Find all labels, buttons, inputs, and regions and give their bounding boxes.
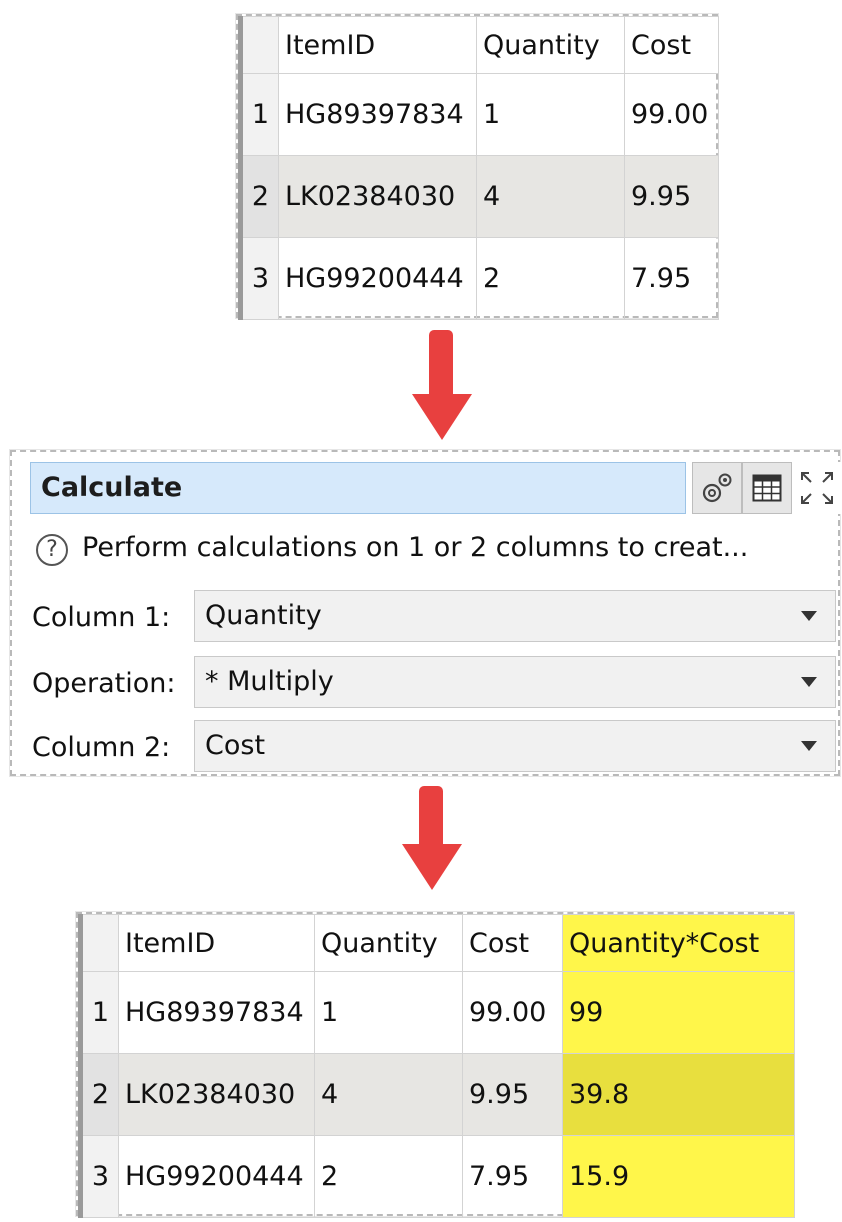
row-number: 1 (238, 73, 279, 156)
table-row[interactable]: 3 HG99200444 2 7.95 15.9 (78, 1135, 795, 1218)
column1-value: Quantity (205, 600, 322, 631)
maximize-icon (801, 472, 833, 504)
cell-quantity-cost[interactable]: 99 (562, 971, 795, 1054)
output-table: ItemID Quantity Cost Quantity*Cost 1 HG8… (78, 914, 795, 1218)
header-row: ItemID Quantity Cost Quantity*Cost (78, 914, 795, 972)
table-row[interactable]: 1 HG89397834 1 99.00 (238, 73, 719, 156)
help-text: Perform calculations on 1 or 2 columns t… (82, 532, 749, 563)
cell-itemid[interactable]: LK02384030 (118, 1053, 315, 1136)
table-row[interactable]: 2 LK02384030 4 9.95 39.8 (78, 1053, 795, 1136)
gears-icon (702, 473, 732, 503)
cell-itemid[interactable]: HG99200444 (118, 1135, 315, 1218)
table-row[interactable]: 3 HG99200444 2 7.95 (238, 237, 719, 320)
row-number: 1 (78, 971, 119, 1054)
panel-title: Calculate (41, 472, 183, 503)
column1-label: Column 1: (32, 602, 171, 633)
row-number: 2 (78, 1053, 119, 1136)
cell-quantity[interactable]: 4 (476, 155, 625, 238)
row-number: 3 (78, 1135, 119, 1218)
column-header-itemid[interactable]: ItemID (118, 914, 315, 972)
column1-select[interactable]: Quantity (194, 590, 836, 642)
cell-quantity[interactable]: 4 (314, 1053, 463, 1136)
column-header-itemid[interactable]: ItemID (278, 16, 477, 74)
row-number: 2 (238, 155, 279, 238)
maximize-button[interactable] (792, 462, 842, 514)
cell-quantity[interactable]: 2 (314, 1135, 463, 1218)
operation-value: * Multiply (205, 666, 334, 697)
table-row[interactable]: 2 LK02384030 4 9.95 (238, 155, 719, 238)
column2-value: Cost (205, 730, 266, 761)
column-header-quantity[interactable]: Quantity (314, 914, 463, 972)
header-row: ItemID Quantity Cost (238, 16, 719, 74)
output-table-snippet: ItemID Quantity Cost Quantity*Cost 1 HG8… (76, 912, 795, 1218)
down-arrow-icon (402, 786, 462, 892)
chevron-down-icon (801, 741, 817, 751)
column-header-quantity-cost[interactable]: Quantity*Cost (562, 914, 795, 972)
input-table: ItemID Quantity Cost 1 HG89397834 1 99.0… (238, 16, 719, 320)
cell-cost[interactable]: 7.95 (462, 1135, 563, 1218)
corner-cell (78, 914, 119, 972)
column2-label: Column 2: (32, 732, 171, 763)
panel-title-bar[interactable]: Calculate (30, 462, 686, 514)
cell-itemid[interactable]: HG99200444 (278, 237, 477, 320)
down-arrow-icon (412, 330, 472, 442)
cell-quantity[interactable]: 2 (476, 237, 625, 320)
help-icon[interactable]: ? (36, 534, 68, 566)
row-number: 3 (238, 237, 279, 320)
cell-itemid[interactable]: HG89397834 (278, 73, 477, 156)
table-view-button[interactable] (742, 462, 792, 514)
cell-quantity[interactable]: 1 (314, 971, 463, 1054)
column-header-quantity[interactable]: Quantity (476, 16, 625, 74)
cell-quantity-cost[interactable]: 15.9 (562, 1135, 795, 1218)
chevron-down-icon (801, 677, 817, 687)
table-row[interactable]: 1 HG89397834 1 99.00 99 (78, 971, 795, 1054)
cell-cost[interactable]: 99.00 (462, 971, 563, 1054)
chevron-down-icon (801, 611, 817, 621)
cell-cost[interactable]: 9.95 (462, 1053, 563, 1136)
corner-cell (238, 16, 279, 74)
table-icon (752, 474, 782, 502)
cell-cost[interactable]: 7.95 (624, 237, 719, 320)
cell-itemid[interactable]: HG89397834 (118, 971, 315, 1054)
cell-cost[interactable]: 99.00 (624, 73, 719, 156)
column-header-cost[interactable]: Cost (624, 16, 719, 74)
operation-label: Operation: (32, 668, 176, 699)
cell-quantity[interactable]: 1 (476, 73, 625, 156)
calculate-panel: Calculate ? Perform calculations on 1 or… (10, 450, 842, 776)
cell-quantity-cost[interactable]: 39.8 (562, 1053, 795, 1136)
column-header-cost[interactable]: Cost (462, 914, 563, 972)
operation-select[interactable]: * Multiply (194, 656, 836, 708)
cell-cost[interactable]: 9.95 (624, 155, 719, 238)
cell-itemid[interactable]: LK02384030 (278, 155, 477, 238)
column2-select[interactable]: Cost (194, 720, 836, 772)
options-button[interactable] (692, 462, 742, 514)
input-table-snippet: ItemID Quantity Cost 1 HG89397834 1 99.0… (236, 14, 719, 320)
